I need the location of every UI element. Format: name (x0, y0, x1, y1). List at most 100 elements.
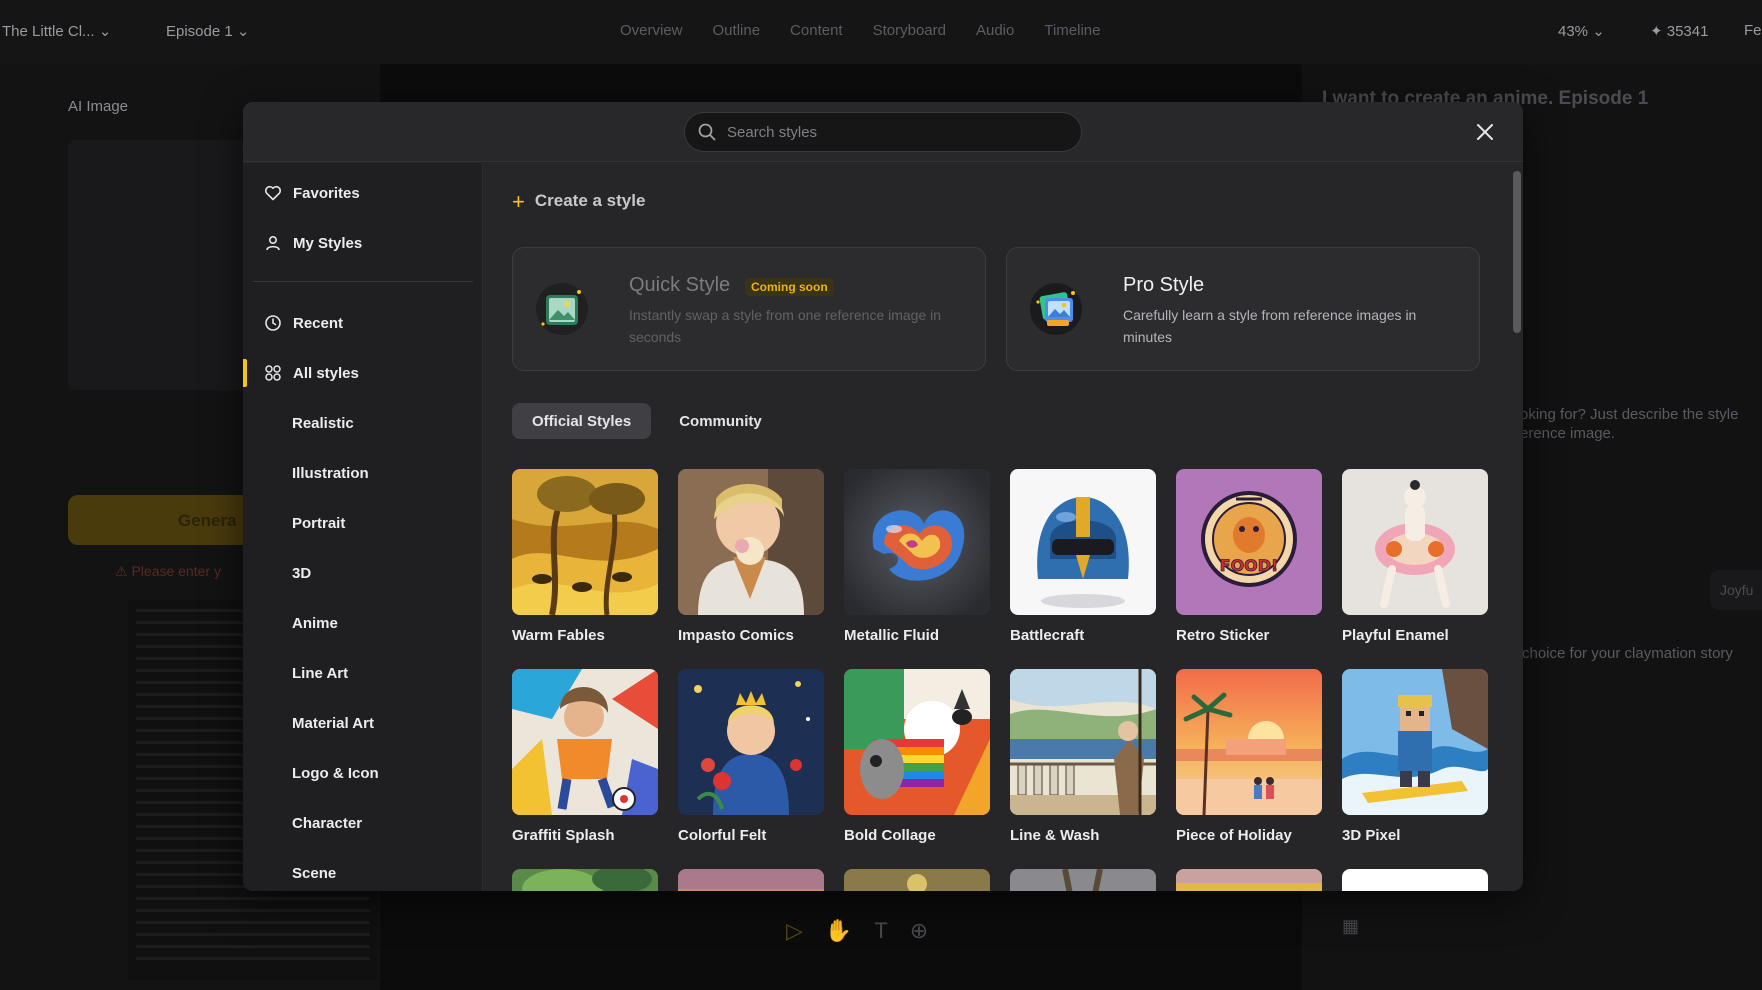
style-label: Metallic Fluid (844, 627, 940, 644)
style-tile-partial[interactable] (1176, 869, 1322, 891)
style-tile-line-wash[interactable]: Line & Wash (1010, 669, 1156, 844)
content-scrollbar[interactable] (1511, 163, 1523, 891)
nav-content[interactable]: Content (790, 22, 843, 39)
sidebar-item-realistic[interactable]: Realistic (243, 401, 483, 445)
sidebar-item-all-styles[interactable]: All styles (243, 351, 483, 395)
search-icon (698, 123, 716, 141)
top-nav: Overview Outline Content Storyboard Audi… (620, 22, 1100, 39)
style-tile-impasto-comics[interactable]: Impasto Comics (678, 469, 824, 644)
sparkle-icon: ✦ (1650, 23, 1663, 40)
app-stage: The Little Cl... ⌄ Episode 1 ⌄ Overview … (0, 0, 1762, 990)
zoom-selector[interactable]: 43% ⌄ (1558, 22, 1605, 40)
sidebar-divider (253, 281, 473, 282)
style-tile-graffiti-splash[interactable]: Graffiti Splash (512, 669, 658, 844)
style-tile-bold-collage[interactable]: Bold Collage (844, 669, 990, 844)
search-bar[interactable] (684, 112, 1082, 152)
grid-icon (263, 363, 283, 383)
sidebar-item-scene[interactable]: Scene (243, 851, 483, 891)
style-tile-playful-enamel[interactable]: Playful Enamel (1342, 469, 1488, 644)
style-thumbnail (512, 469, 658, 615)
sidebar-item-recent[interactable]: Recent (243, 301, 483, 345)
chevron-down-icon: ⌄ (1592, 23, 1605, 40)
style-thumbnail (1176, 669, 1322, 815)
layout-icon[interactable]: ▦ (1342, 916, 1359, 937)
style-tabs: Official Styles Community (512, 403, 782, 439)
style-tile-partial[interactable] (1342, 869, 1488, 891)
tab-official-styles[interactable]: Official Styles (512, 403, 652, 439)
sidebar-item-line-art[interactable]: Line Art (243, 651, 483, 695)
style-tile-metallic-fluid[interactable]: Metallic Fluid (844, 469, 990, 644)
style-tile-warm-fables[interactable]: Warm Fables (512, 469, 658, 644)
sidebar-item-logo-icon[interactable]: Logo & Icon (243, 751, 483, 795)
text-tool-icon[interactable]: T (874, 918, 887, 944)
style-thumbnail (512, 869, 658, 891)
style-thumbnail (678, 869, 824, 891)
style-label: Battlecraft (1010, 627, 1085, 644)
top-bar: The Little Cl... ⌄ Episode 1 ⌄ Overview … (0, 0, 1762, 64)
style-thumbnail (844, 869, 990, 891)
pro-style-card[interactable]: Pro Style Carefully learn a style from r… (1006, 247, 1480, 371)
nav-audio[interactable]: Audio (976, 22, 1014, 39)
sidebar-item-anime[interactable]: Anime (243, 601, 483, 645)
style-tile-piece-of-holiday[interactable]: Piece of Holiday (1176, 669, 1322, 844)
nav-overview[interactable]: Overview (620, 22, 683, 39)
quick-style-card[interactable]: Quick Style Coming soon Instantly swap a… (512, 247, 986, 371)
chat-note: choice for your claymation story (1522, 645, 1733, 662)
chevron-down-icon: ⌄ (98, 23, 112, 40)
episode-name: Episode 1 (166, 23, 233, 40)
quick-style-description: Instantly swap a style from one referenc… (629, 307, 942, 345)
sidebar-label-recent: Recent (293, 314, 344, 332)
sidebar-item-illustration[interactable]: Illustration (243, 451, 483, 495)
project-selector[interactable]: The Little Cl... ⌄ (2, 22, 111, 40)
tab-community[interactable]: Community (659, 403, 782, 439)
style-tile-partial[interactable] (512, 869, 658, 891)
style-tile-3d-pixel[interactable]: 3D Pixel (1342, 669, 1488, 844)
style-thumbnail (512, 669, 658, 815)
style-label: Line & Wash (1010, 827, 1100, 844)
suggestion-chip[interactable]: Joyfu (1710, 570, 1762, 610)
style-label: Colorful Felt (678, 827, 767, 844)
style-picker-modal: Favorites My Styles Recent All styles Re… (243, 102, 1523, 891)
style-content: + Create a style Quick Style Coming soon… (484, 163, 1523, 891)
style-tile-battlecraft[interactable]: Battlecraft (1010, 469, 1156, 644)
style-thumbnail (1342, 869, 1488, 891)
sidebar-item-material-art[interactable]: Material Art (243, 701, 483, 745)
nav-timeline[interactable]: Timeline (1044, 22, 1100, 39)
episode-selector[interactable]: Episode 1 ⌄ (166, 22, 249, 40)
project-name: The Little Cl... (2, 23, 95, 40)
sidebar-item-3d[interactable]: 3D (243, 551, 483, 595)
style-thumbnail (1176, 869, 1322, 891)
sidebar-label-my-styles: My Styles (293, 234, 363, 252)
style-label: Bold Collage (844, 827, 936, 844)
create-style-label: Create a style (534, 191, 646, 210)
search-input[interactable] (727, 123, 1047, 141)
sidebar-item-my-styles[interactable]: My Styles (243, 221, 483, 265)
style-tile-partial[interactable] (844, 869, 990, 891)
select-tool-icon[interactable]: ▷ (786, 918, 803, 944)
photo-stack-icon (1030, 283, 1082, 335)
left-panel-title: AI Image (68, 98, 129, 115)
nav-storyboard[interactable]: Storyboard (873, 22, 946, 39)
sidebar-item-favorites[interactable]: Favorites (243, 171, 483, 215)
plus-icon: + (512, 188, 525, 214)
image-frame-icon (536, 283, 588, 335)
close-button[interactable] (1469, 116, 1501, 148)
create-style-button[interactable]: + Create a style (512, 188, 646, 214)
style-thumbnail (844, 669, 990, 815)
hand-tool-icon[interactable]: ✋ (825, 918, 852, 944)
upload-tool-icon[interactable]: ⊕ (910, 918, 928, 944)
style-tile-colorful-felt[interactable]: Colorful Felt (678, 669, 824, 844)
sidebar-item-character[interactable]: Character (243, 801, 483, 845)
style-tile-retro-sticker[interactable]: FOOD! Retro Sticker (1176, 469, 1322, 644)
style-thumbnail (844, 469, 990, 615)
style-thumbnail (678, 469, 824, 615)
style-sidebar: Favorites My Styles Recent All styles Re… (243, 163, 483, 891)
sidebar-item-portrait[interactable]: Portrait (243, 501, 483, 545)
chat-hint: oking for? Just describe the style erenc… (1520, 406, 1739, 442)
scrollbar-thumb[interactable] (1513, 171, 1521, 333)
style-tile-partial[interactable] (678, 869, 824, 891)
nav-outline[interactable]: Outline (713, 22, 761, 39)
style-label: Graffiti Splash (512, 827, 615, 844)
credits-counter: ✦ 35341 (1650, 22, 1708, 40)
style-tile-partial[interactable] (1010, 869, 1156, 891)
